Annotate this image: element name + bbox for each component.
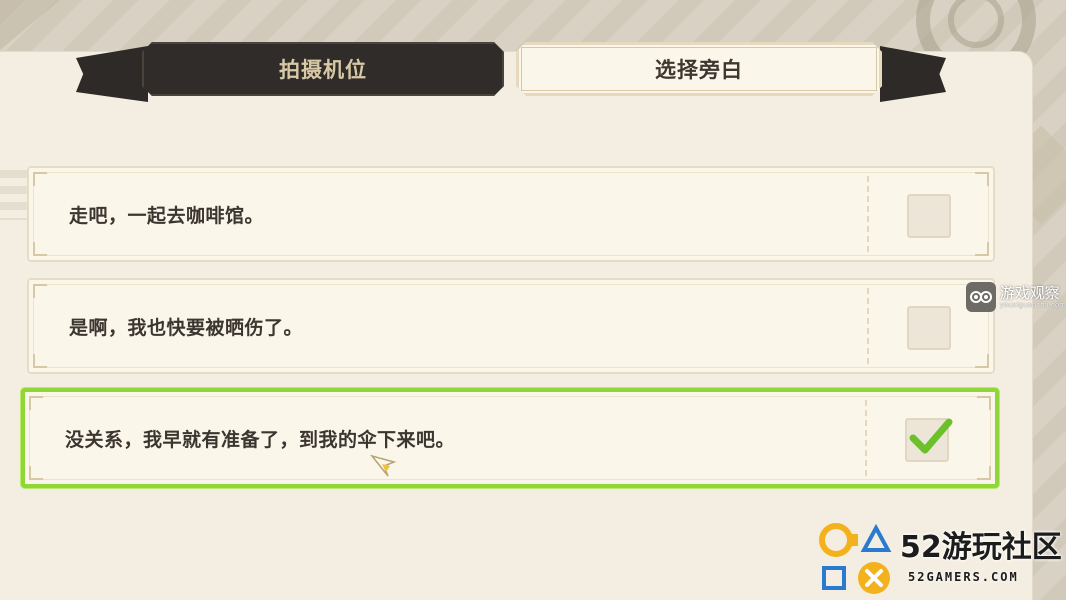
corner-ornament [975, 172, 989, 186]
option-checkbox[interactable] [907, 306, 951, 350]
corner-ornament [29, 396, 43, 410]
corner-ornament [977, 466, 991, 480]
option-divider [867, 176, 869, 252]
corner-ornament [33, 172, 47, 186]
gamepad-symbols-logo [819, 523, 892, 594]
tab-label: 选择旁白 [655, 58, 743, 82]
narration-option[interactable]: 是啊，我也快要被晒伤了。 [27, 278, 995, 374]
cursor-icon [370, 454, 397, 477]
watermark-subtitle: youxiguancha.com [999, 301, 1066, 309]
corner-ornament [33, 354, 47, 368]
corner-ornament [977, 396, 991, 410]
watermark-title: 游戏观察 [999, 284, 1060, 302]
corner-ornament [975, 242, 989, 256]
option-text: 是啊，我也快要被晒伤了。 [69, 316, 304, 339]
option-checkbox[interactable] [907, 194, 951, 238]
watermark-subtitle: 52GAMERS.COM [908, 570, 1019, 584]
check-icon [909, 418, 953, 454]
option-divider [867, 288, 869, 364]
narration-option[interactable]: 走吧，一起去咖啡馆。 [27, 166, 995, 262]
watermark-title: 52游玩社区 [900, 530, 1062, 565]
tab-label: 拍摄机位 [279, 58, 367, 82]
option-text: 走吧，一起去咖啡馆。 [69, 204, 265, 227]
narration-option-selected[interactable]: 没关系，我早就有准备了，到我的伞下来吧。 [21, 388, 999, 488]
corner-ornament [33, 242, 47, 256]
tab-select-narration[interactable]: 选择旁白 [516, 42, 882, 96]
option-checkbox-checked[interactable] [905, 418, 953, 462]
tab-camera-position[interactable]: 拍摄机位 [142, 42, 504, 96]
eye-icon [966, 282, 996, 312]
watermark-52gamers: 52游玩社区 52GAMERS.COM [818, 518, 1066, 600]
option-divider [865, 400, 867, 476]
corner-ornament [975, 354, 989, 368]
watermark-youxiguancha: 游戏观察 youxiguancha.com [966, 282, 1066, 312]
corner-ornament [29, 466, 43, 480]
corner-ornament [33, 284, 47, 298]
option-text: 没关系，我早就有准备了，到我的伞下来吧。 [65, 428, 456, 451]
